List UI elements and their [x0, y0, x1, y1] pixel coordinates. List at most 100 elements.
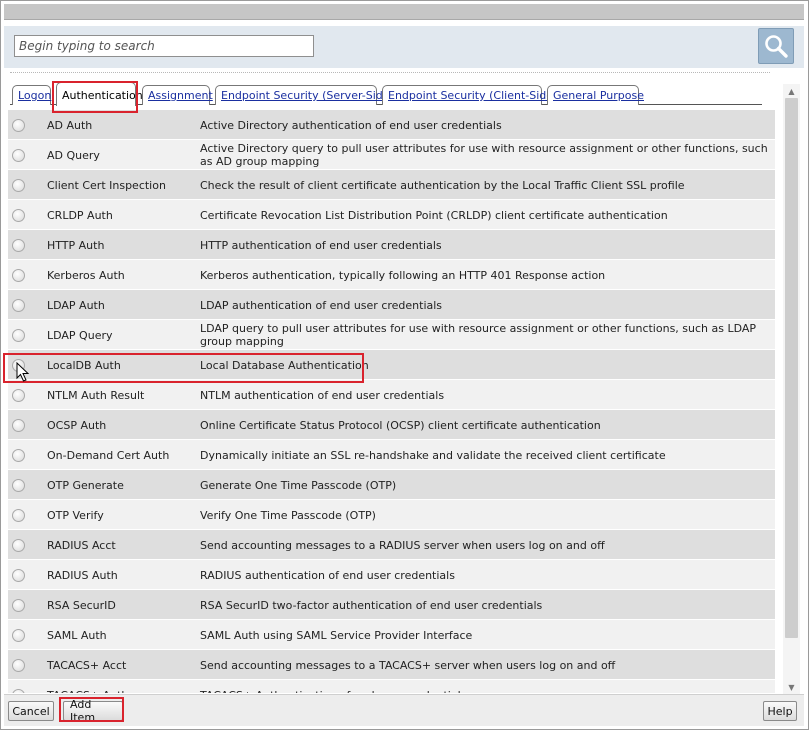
item-name: OTP Generate	[47, 478, 124, 492]
item-radio-button[interactable]	[12, 539, 25, 552]
tab-endpoint-security-server-side[interactable]: Endpoint Security (Server-Side)	[215, 85, 394, 105]
list-item[interactable]: CRLDP Auth Certificate Revocation List Di…	[8, 200, 775, 230]
item-radio-button[interactable]	[12, 209, 25, 222]
add-item-button[interactable]: Add Item	[63, 698, 123, 724]
item-radio-button[interactable]	[12, 659, 25, 672]
list-item[interactable]: LDAP Query LDAP query to pull user attrib…	[8, 320, 775, 350]
item-name: LDAP Query	[47, 328, 113, 342]
item-radio-button[interactable]	[12, 689, 25, 693]
search-bar	[4, 26, 804, 68]
item-description: NTLM authentication of end user credenti…	[200, 388, 445, 402]
item-name: HTTP Auth	[47, 238, 105, 252]
item-name: OCSP Auth	[47, 418, 107, 432]
list-item[interactable]: TACACS+ Acct Send accounting messages to …	[8, 650, 775, 680]
tab-logon[interactable]: Logon	[12, 85, 51, 105]
tab-assignment[interactable]: Assignment	[142, 85, 213, 105]
item-name: AD Query	[47, 148, 100, 162]
help-button[interactable]: Help	[763, 701, 797, 721]
category-tabs: Logon Authentication Assignment Endpoint…	[10, 82, 762, 106]
item-radio-button[interactable]	[12, 569, 25, 582]
item-description: Kerberos authentication, typically follo…	[200, 268, 606, 282]
item-name: RADIUS Auth	[47, 568, 118, 582]
item-radio-button[interactable]	[12, 269, 25, 282]
list-item[interactable]: AD Query Active Directory query to pull u…	[8, 140, 775, 170]
search-input[interactable]	[14, 35, 314, 57]
list-item[interactable]: TACACS+ Auth TACACS+ Authentication of en…	[8, 680, 775, 693]
item-description: Send accounting messages to a RADIUS ser…	[200, 538, 605, 552]
item-description: Active Directory query to pull user attr…	[200, 142, 768, 168]
item-description: RSA SecurID two-factor authentication of…	[200, 598, 543, 612]
dialog-title-bar[interactable]	[4, 4, 804, 20]
search-button[interactable]	[758, 28, 794, 64]
list-item[interactable]: OCSP Auth Online Certificate Status Proto…	[8, 410, 775, 440]
magnifier-icon	[765, 35, 788, 58]
item-name: RSA SecurID	[47, 598, 116, 612]
scroll-up-arrow-icon[interactable]: ▲	[783, 84, 800, 98]
item-description: RADIUS authentication of end user creden…	[200, 568, 455, 582]
item-name: CRLDP Auth	[47, 208, 113, 222]
list-item[interactable]: Kerberos Auth Kerberos authentication, ty…	[8, 260, 775, 290]
item-name: AD Auth	[47, 118, 93, 132]
item-description: Active Directory authentication of end u…	[200, 118, 502, 132]
list-item[interactable]: RADIUS Acct Send accounting messages to a…	[8, 530, 775, 560]
list-item[interactable]: NTLM Auth Result NTLM authentication of e…	[8, 380, 775, 410]
item-radio-button[interactable]	[12, 119, 25, 132]
item-name: Client Cert Inspection	[47, 178, 166, 192]
item-description: Send accounting messages to a TACACS+ se…	[200, 658, 616, 672]
item-name: SAML Auth	[47, 628, 107, 642]
item-description: Certificate Revocation List Distribution…	[200, 208, 668, 222]
item-name: LDAP Auth	[47, 298, 105, 312]
item-name: NTLM Auth Result	[47, 388, 145, 402]
mouse-pointer-icon	[16, 362, 30, 382]
item-name: On-Demand Cert Auth	[47, 448, 170, 462]
list-item[interactable]: Client Cert Inspection Check the result o…	[8, 170, 775, 200]
item-name: Kerberos Auth	[47, 268, 125, 282]
list-item[interactable]: OTP Verify Verify One Time Passcode (OTP)	[8, 500, 775, 530]
item-description: TACACS+ Authentication of end user crede…	[200, 680, 772, 694]
item-radio-button[interactable]	[12, 479, 25, 492]
list-item[interactable]: SAML Auth SAML Auth using SAML Service Pr…	[8, 620, 775, 650]
divider	[10, 72, 770, 73]
item-description: HTTP authentication of end user credenti…	[200, 238, 442, 252]
item-description: Local Database Authentication	[200, 358, 369, 372]
item-name: TACACS+ Acct	[47, 658, 127, 672]
item-name: RADIUS Acct	[47, 538, 116, 552]
cancel-button[interactable]: Cancel	[8, 701, 54, 721]
item-radio-button[interactable]	[12, 299, 25, 312]
item-description: LDAP query to pull user attributes for u…	[200, 322, 757, 348]
item-description: Check the result of client certificate a…	[200, 178, 685, 192]
item-description: Dynamically initiate an SSL re-handshake…	[200, 448, 666, 462]
item-radio-button[interactable]	[12, 629, 25, 642]
item-description: Generate One Time Passcode (OTP)	[200, 478, 397, 492]
item-radio-button[interactable]	[12, 329, 25, 342]
list-item[interactable]: AD Auth Active Directory authentication o…	[8, 110, 775, 140]
item-name: TACACS+ Auth	[47, 680, 128, 694]
vertical-scrollbar[interactable]: ▲ ▼	[783, 84, 800, 694]
scroll-thumb[interactable]	[785, 98, 798, 638]
item-description: Online Certificate Status Protocol (OCSP…	[200, 418, 601, 432]
scroll-down-arrow-icon[interactable]: ▼	[783, 680, 800, 694]
list-item[interactable]: OTP Generate Generate One Time Passcode (…	[8, 470, 775, 500]
list-item[interactable]: RSA SecurID RSA SecurID two-factor authen…	[8, 590, 775, 620]
list-item[interactable]: On-Demand Cert Auth Dynamically initiate …	[8, 440, 775, 470]
tab-authentication[interactable]: Authentication	[56, 82, 143, 106]
item-radio-button[interactable]	[12, 449, 25, 462]
item-radio-button[interactable]	[12, 149, 25, 162]
item-description: Verify One Time Passcode (OTP)	[200, 508, 376, 522]
item-radio-button[interactable]	[12, 389, 25, 402]
list-item[interactable]: RADIUS Auth RADIUS authentication of end …	[8, 560, 775, 590]
tab-endpoint-security-client-side[interactable]: Endpoint Security (Client-Side)	[382, 85, 557, 105]
item-name: OTP Verify	[47, 508, 104, 522]
list-item[interactable]: LDAP Auth LDAP authentication of end user…	[8, 290, 775, 320]
item-radio-button[interactable]	[12, 509, 25, 522]
item-radio-button[interactable]	[12, 239, 25, 252]
item-radio-button[interactable]	[12, 599, 25, 612]
tab-general-purpose[interactable]: General Purpose	[547, 85, 644, 105]
item-description: LDAP authentication of end user credenti…	[200, 298, 443, 312]
item-radio-button[interactable]	[12, 419, 25, 432]
dialog-footer: Cancel Add Item Help	[4, 694, 804, 726]
item-name: LocalDB Auth	[47, 358, 121, 372]
item-radio-button[interactable]	[12, 179, 25, 192]
list-item[interactable]: LocalDB Auth Local Database Authenticatio…	[8, 350, 775, 380]
list-item[interactable]: HTTP Auth HTTP authentication of end user…	[8, 230, 775, 260]
